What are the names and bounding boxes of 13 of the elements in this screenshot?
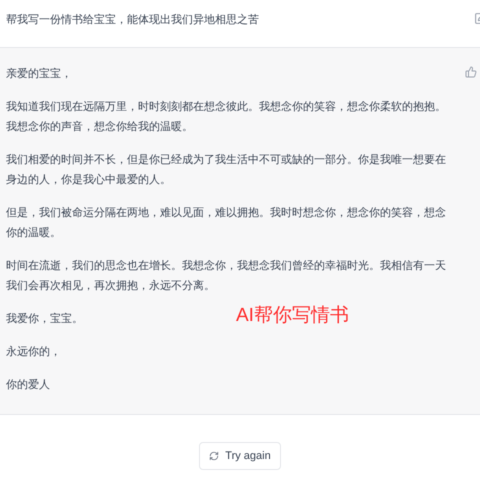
reply-paragraph: 我知道我们现在远隔万里，时时刻刻都在想念彼此。我想念你的笑容，想念你柔软的抱抱。我想念你的声音，想念你给我的温暖。 (6, 100, 447, 135)
refresh-icon (209, 451, 220, 461)
reply-paragraph: 但是，我们被命运分隔在两地，难以见面，难以拥抱。我时时想念你，想念你的笑容，想念你的温暖。 (6, 206, 447, 241)
thumbs-up-icon[interactable] (465, 66, 477, 78)
prompt-text: 帮我写一份情书给宝宝，能体现出我们异地相思之苦 (6, 12, 259, 28)
reply-paragraph: 我爱你，宝宝。 (6, 312, 83, 327)
try-again-button[interactable]: Try again (199, 442, 281, 470)
reply-paragraph: 你的爱人 (6, 378, 50, 393)
reply-paragraph: 永远你的， (6, 344, 61, 360)
reply-paragraph: 我们相爱的时间并不长，但是你已经成为了我生活中不可或缺的一部分。你是我唯一想要在身边的人，你是我心中最爱的人。 (6, 152, 447, 188)
reply-paragraph: 亲爱的宝宝， (6, 66, 72, 82)
caption-text: AI帮你写情书 (236, 304, 349, 328)
reply-paragraph: 时间在流逝，我们的思念也在增长。我想念你，我想念我们曾经的幸福时光。我相信有一天我们会再次相见，再次拥抱，永远不分离。 (6, 258, 447, 294)
